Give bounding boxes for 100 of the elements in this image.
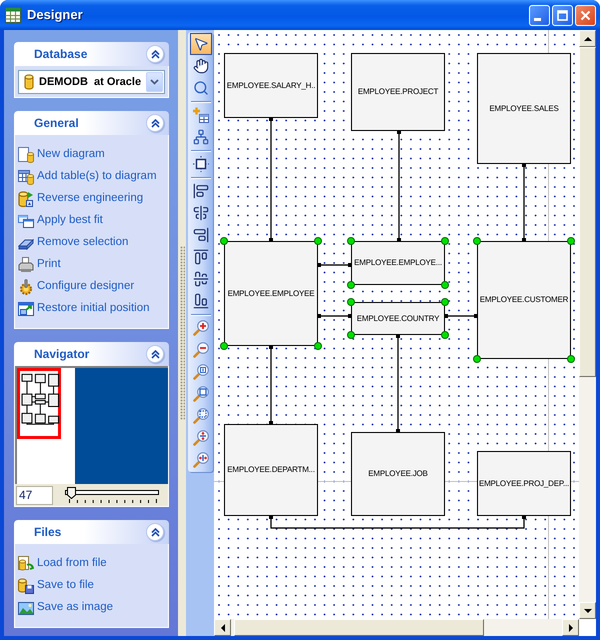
magnifier-dashed-square-icon bbox=[192, 408, 208, 424]
network-icon bbox=[192, 129, 208, 145]
hand-icon bbox=[192, 58, 208, 74]
search-icon bbox=[192, 80, 208, 96]
connector-line[interactable] bbox=[269, 118, 273, 241]
viewport-frame[interactable] bbox=[17, 368, 61, 439]
chevrons-up-icon bbox=[150, 350, 160, 358]
collapse-button[interactable] bbox=[146, 345, 164, 363]
scroll-up-button[interactable] bbox=[579, 30, 596, 47]
panel-header[interactable]: Database bbox=[14, 42, 169, 66]
magnifier-vertical-arrows-icon bbox=[192, 430, 208, 446]
selection-handle-icon[interactable] bbox=[473, 355, 481, 363]
minimize-button[interactable] bbox=[529, 4, 550, 26]
panel-title: Files bbox=[34, 524, 62, 541]
selection-handle-icon[interactable] bbox=[441, 298, 449, 306]
scroll-left-button[interactable] bbox=[214, 619, 231, 636]
table-node[interactable]: EMPLOYEE.JOB bbox=[351, 432, 445, 516]
document-arrow-icon bbox=[18, 556, 34, 572]
connector-line[interactable] bbox=[522, 164, 526, 241]
windows-icon bbox=[18, 213, 34, 229]
selection-handle-icon[interactable] bbox=[441, 331, 449, 339]
scrollbar-thumb[interactable] bbox=[579, 47, 596, 377]
scrollbar-corner bbox=[579, 619, 596, 636]
collapse-button[interactable] bbox=[146, 114, 164, 132]
table-node[interactable]: EMPLOYEE.PROJECT bbox=[351, 53, 445, 131]
arrow-right-icon bbox=[566, 622, 574, 632]
table-node[interactable]: EMPLOYEE.EMPLOYE... bbox=[351, 241, 445, 285]
chevrons-up-icon bbox=[150, 118, 160, 128]
frame-crosshair-icon bbox=[192, 156, 208, 172]
selection-handle-icon[interactable] bbox=[220, 342, 228, 350]
task-link[interactable]: Apply best fit bbox=[18, 210, 168, 232]
tool-button[interactable] bbox=[190, 33, 212, 55]
task-link[interactable]: Load from file bbox=[18, 553, 168, 575]
scroll-down-button[interactable] bbox=[579, 602, 596, 619]
cylinder-disk-icon bbox=[18, 578, 34, 594]
selection-handle-icon[interactable] bbox=[314, 342, 322, 350]
align-left-icon bbox=[192, 183, 208, 199]
selection-handle-icon[interactable] bbox=[567, 237, 575, 245]
connector-line[interactable] bbox=[397, 131, 401, 241]
panel-header[interactable]: Navigator bbox=[14, 342, 169, 366]
scrollbar-thumb[interactable] bbox=[234, 619, 484, 636]
selection-handle-icon[interactable] bbox=[473, 237, 481, 245]
panel-header[interactable]: Files bbox=[14, 520, 169, 544]
task-link[interactable]: Remove selection bbox=[18, 232, 168, 254]
selection-handle-icon[interactable] bbox=[347, 298, 355, 306]
task-link[interactable]: New diagram bbox=[18, 144, 168, 166]
task-link[interactable]: Print bbox=[18, 254, 168, 276]
panel-title: Database bbox=[34, 46, 88, 63]
selection-handle-icon[interactable] bbox=[347, 331, 355, 339]
selection-handle-icon[interactable] bbox=[441, 237, 449, 245]
magnifier-frame-icon bbox=[192, 364, 208, 380]
panel-header[interactable]: General bbox=[14, 111, 169, 135]
landscape-picture-icon bbox=[18, 600, 34, 616]
arrow-left-icon bbox=[218, 622, 226, 632]
task-link[interactable]: Restore initial position bbox=[18, 298, 168, 320]
table-node[interactable]: EMPLOYEE.COUNTRY bbox=[351, 302, 445, 335]
task-link[interactable]: Save to file bbox=[18, 575, 168, 597]
table-node[interactable]: EMPLOYEE.DEPARTM... bbox=[224, 424, 318, 516]
connector-line[interactable] bbox=[396, 335, 400, 432]
printer-icon bbox=[18, 257, 34, 273]
align-bottom-icon bbox=[192, 293, 208, 309]
slider-thumb[interactable] bbox=[66, 487, 76, 499]
scroll-right-button[interactable] bbox=[562, 619, 579, 636]
selection-handle-icon[interactable] bbox=[347, 281, 355, 289]
diagram-canvas[interactable]: EMPLOYEE.SALARY_H.. EMPLOYEE.PROJECT EMPLOYEE.SALES EMPLOYEE.EMPLOYEE EMPLOYEE.EMPLOYE... EMPLOYEE.COUNTRY EMPLOYEE.CUSTOMER EMPLOYEE.DEPARTM... EMPLOYEE.JOB EMPLOYEE.PROJ_DEP... bbox=[214, 30, 579, 619]
collapse-button[interactable] bbox=[146, 523, 164, 541]
table-node[interactable]: EMPLOYEE.SALARY_H.. bbox=[224, 53, 318, 118]
task-link[interactable]: Reverse engineering bbox=[18, 188, 168, 210]
task-link[interactable]: Add table(s) to diagram bbox=[18, 166, 168, 188]
connector-line[interactable] bbox=[269, 346, 273, 424]
zoom-field[interactable]: 47 bbox=[16, 486, 53, 504]
table-node[interactable]: EMPLOYEE.PROJ_DEP... bbox=[477, 451, 571, 516]
selection-handle-icon[interactable] bbox=[314, 237, 322, 245]
zoom-slider-track[interactable] bbox=[65, 487, 159, 499]
selection-handle-icon[interactable] bbox=[441, 281, 449, 289]
align-top-icon bbox=[192, 249, 208, 265]
selection-handle-icon[interactable] bbox=[347, 237, 355, 245]
database-select[interactable]: DEMODB at Oracle bbox=[18, 70, 165, 94]
collapse-button[interactable] bbox=[146, 45, 164, 63]
align-middle-icon bbox=[192, 271, 208, 287]
table-node[interactable]: EMPLOYEE.SALES bbox=[477, 53, 571, 164]
close-button[interactable] bbox=[575, 4, 596, 26]
database-icon bbox=[24, 74, 34, 90]
connector-line[interactable] bbox=[269, 516, 526, 529]
selection-handle-icon[interactable] bbox=[567, 355, 575, 363]
zoom-in-icon bbox=[192, 320, 208, 336]
gear-icon bbox=[18, 279, 34, 295]
maximize-button[interactable] bbox=[552, 4, 573, 26]
connector-line[interactable] bbox=[445, 314, 477, 318]
task-link[interactable]: Save as image bbox=[18, 597, 168, 619]
connector-line[interactable] bbox=[318, 263, 351, 267]
table-node[interactable]: EMPLOYEE.CUSTOMER bbox=[477, 241, 571, 359]
table-node[interactable]: EMPLOYEE.EMPLOYEE bbox=[224, 241, 318, 346]
dropdown-button[interactable] bbox=[146, 72, 163, 92]
navigator-preview[interactable] bbox=[15, 366, 168, 484]
task-link[interactable]: Configure designer bbox=[18, 276, 168, 298]
arrow-down-icon bbox=[582, 606, 592, 614]
magnifier-square-icon bbox=[192, 386, 208, 402]
connector-line[interactable] bbox=[318, 314, 351, 318]
selection-handle-icon[interactable] bbox=[220, 237, 228, 245]
